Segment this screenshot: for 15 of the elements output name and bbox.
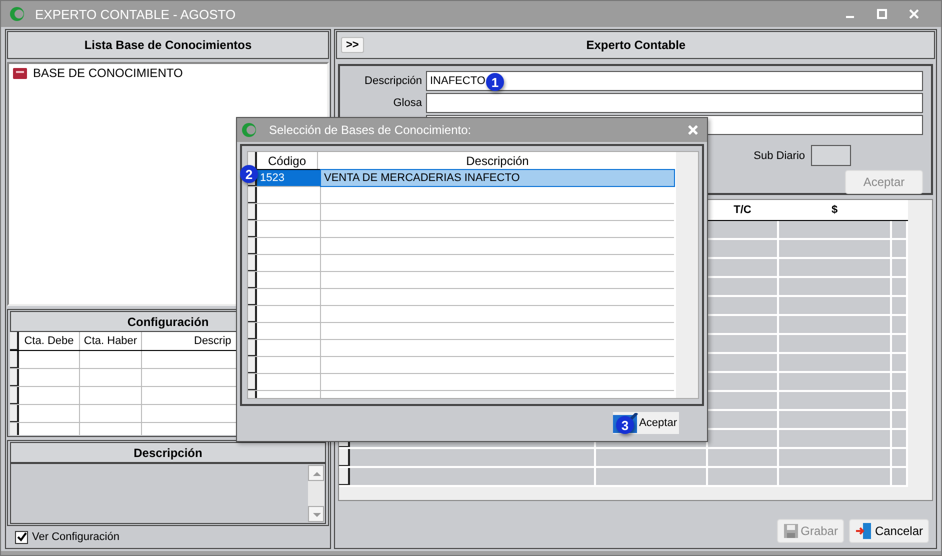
column-header: Código — [257, 152, 318, 169]
table-cell: 1523 — [257, 170, 321, 186]
column-header: Cta. Haber — [80, 332, 142, 350]
checkbox-label: Ver Configuración — [32, 531, 120, 543]
column-header: Cta. Debe — [19, 332, 80, 350]
column-header: Descripción — [465, 152, 530, 169]
panel-title: Experto Contable — [585, 38, 687, 52]
panel-header: Lista Base de Conocimientos — [7, 31, 329, 59]
table-cell: VENTA DE MERCADERIAS INAFECTO — [321, 170, 674, 186]
field-label: Sub Diario — [754, 150, 805, 162]
field-label: Glosa — [392, 97, 422, 109]
section-header: Descripción — [10, 442, 326, 463]
dialog-title: Selección de Bases de Conocimiento: — [269, 123, 472, 137]
field-label: Descripción — [364, 75, 422, 87]
window-title: EXPERTO CONTABLE - AGOSTO — [35, 6, 236, 22]
